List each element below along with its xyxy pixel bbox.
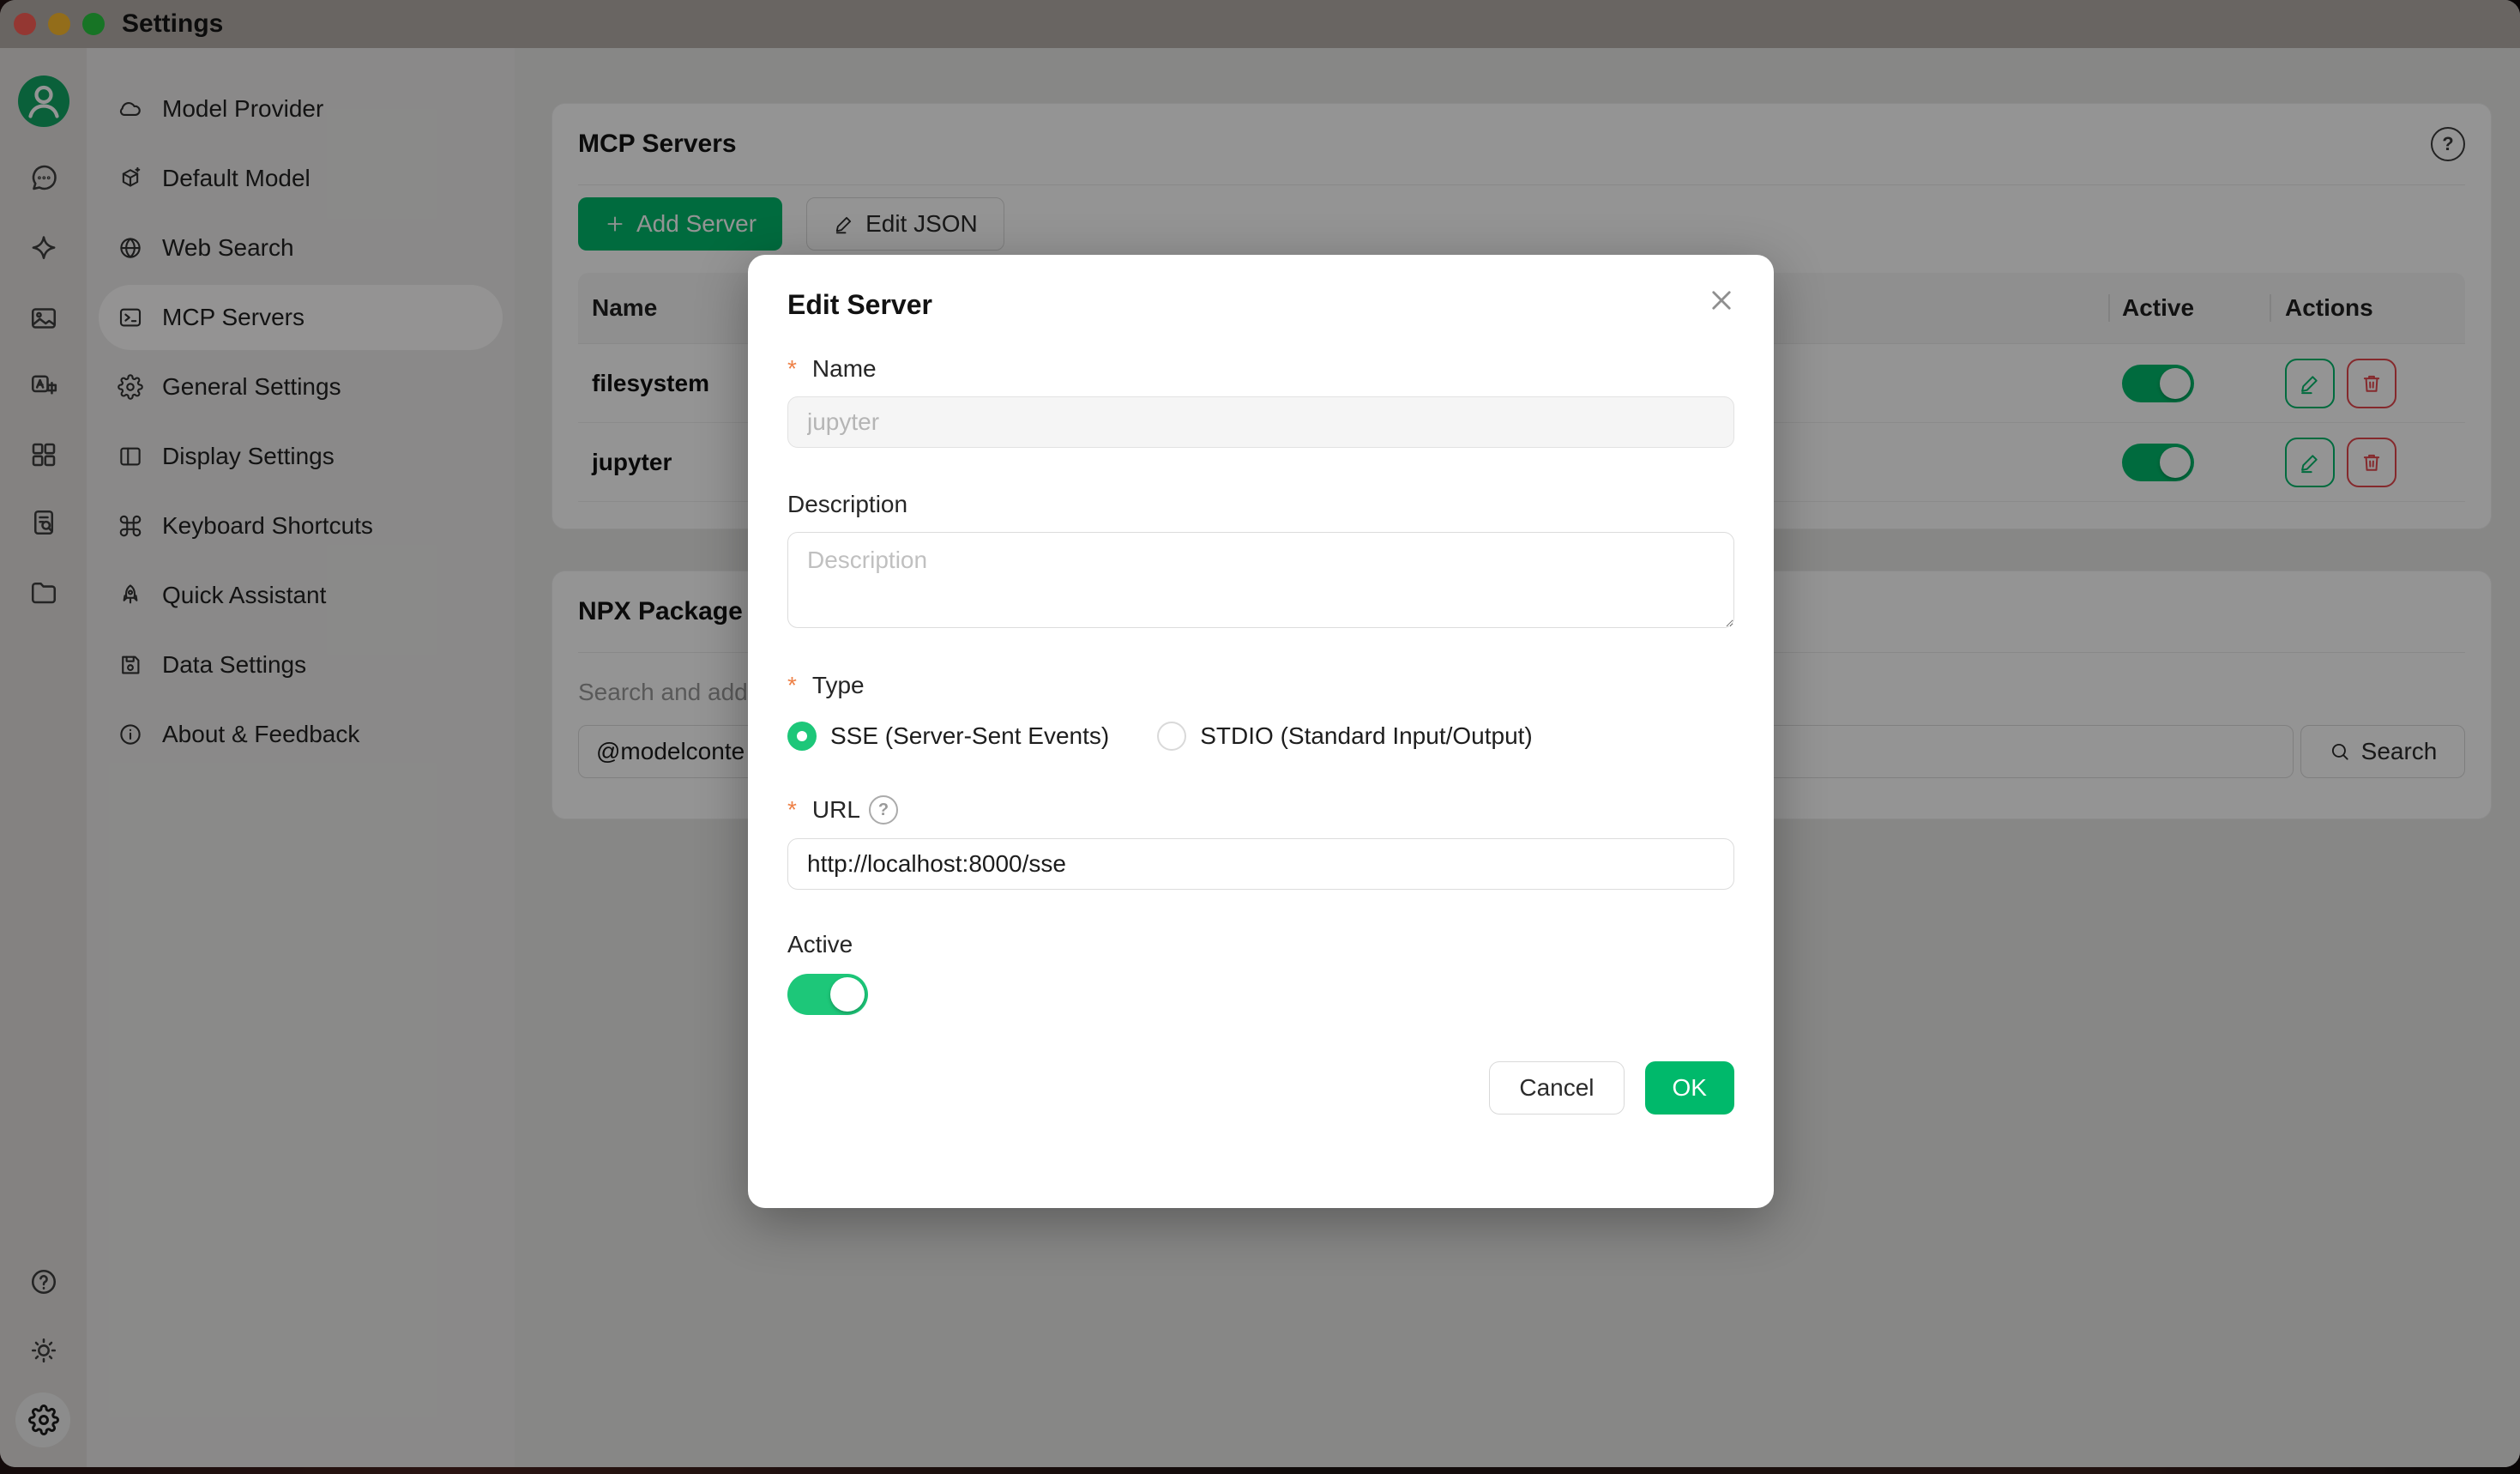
url-help-icon[interactable]: ? [869, 795, 898, 825]
desktop-wallpaper: Settings [0, 0, 2520, 1474]
name-field-label: Name [787, 355, 1734, 383]
required-asterisk [787, 355, 804, 383]
radio-label: STDIO (Standard Input/Output) [1200, 722, 1533, 750]
required-asterisk [787, 672, 804, 699]
close-icon [1707, 286, 1736, 315]
active-field-label: Active [787, 931, 1734, 958]
radio-option-sse[interactable]: SSE (Server-Sent Events) [787, 722, 1109, 751]
radio-unselected-icon [1157, 722, 1186, 751]
edit-server-modal: Edit Server Name Description Type SSE (S… [748, 255, 1774, 1208]
cancel-button[interactable]: Cancel [1489, 1061, 1624, 1115]
modal-close-button[interactable] [1707, 286, 1736, 315]
description-textarea[interactable] [787, 532, 1734, 628]
type-field-label: Type [787, 672, 1734, 699]
url-field-label: URL ? [787, 795, 1734, 825]
url-input[interactable] [787, 838, 1734, 890]
radio-option-stdio[interactable]: STDIO (Standard Input/Output) [1157, 722, 1533, 751]
radio-label: SSE (Server-Sent Events) [830, 722, 1109, 750]
required-asterisk [787, 796, 804, 824]
radio-selected-icon [787, 722, 817, 751]
modal-active-toggle[interactable] [787, 974, 868, 1015]
description-field-label: Description [787, 491, 1734, 518]
name-input[interactable] [787, 396, 1734, 448]
modal-title: Edit Server [787, 255, 1734, 321]
ok-button[interactable]: OK [1645, 1061, 1734, 1115]
